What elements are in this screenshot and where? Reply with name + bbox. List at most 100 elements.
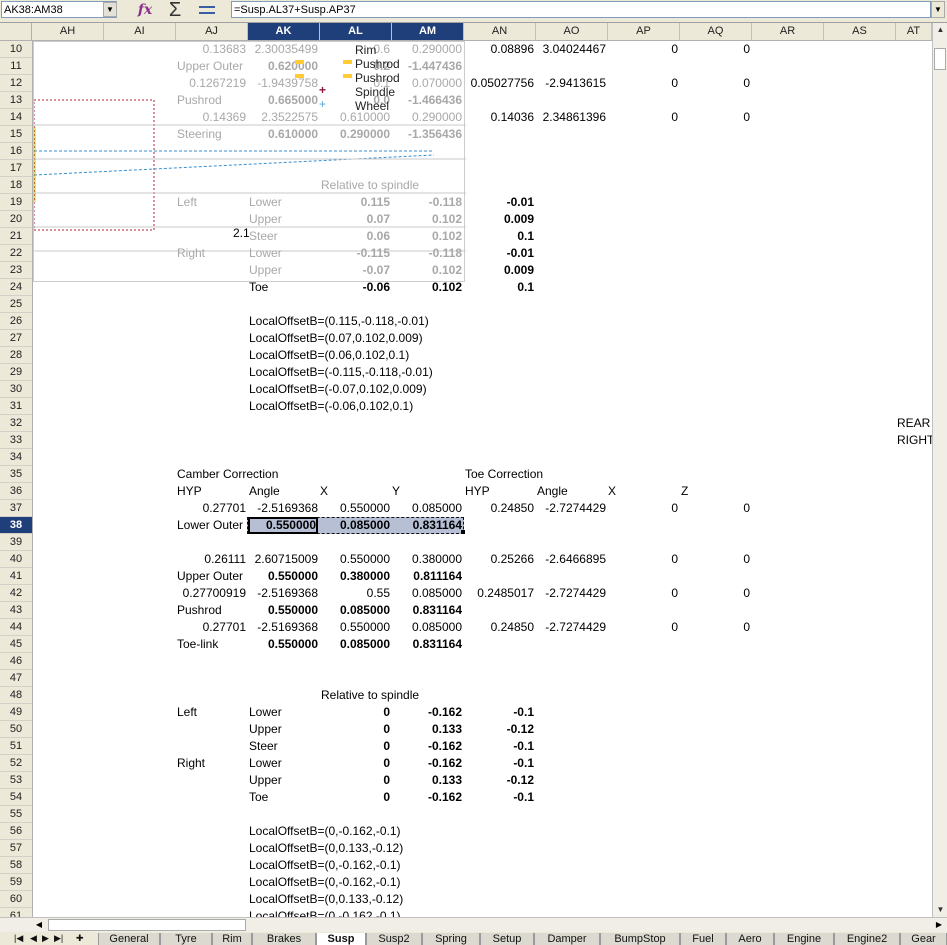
column-header-an[interactable]: AN [464, 23, 536, 40]
cell[interactable]: Toe Correction [465, 466, 543, 483]
cell[interactable]: 0.009 [464, 262, 534, 279]
column-header-aj[interactable]: AJ [176, 23, 248, 40]
cell[interactable]: 0 [608, 109, 678, 126]
row-header[interactable]: 19 [0, 194, 32, 211]
row-header[interactable]: 39 [0, 534, 32, 551]
cell[interactable]: LocalOffsetB=(0,-0.162,-0.1) [249, 823, 401, 840]
cell[interactable]: 0 [680, 109, 750, 126]
cell[interactable]: 0.102 [392, 279, 462, 296]
cell[interactable]: Toe [249, 789, 268, 806]
cell[interactable]: 0 [680, 619, 750, 636]
horizontal-scroll-thumb[interactable] [48, 919, 246, 931]
cell[interactable]: -0.12 [464, 721, 534, 738]
tab-fuel[interactable]: Fuel [680, 933, 726, 945]
column-header-am[interactable]: AM [392, 23, 464, 40]
cell[interactable]: 0.133 [392, 721, 462, 738]
cell[interactable]: -2.7274429 [536, 585, 606, 602]
tab-spring[interactable]: Spring [422, 933, 480, 945]
cell[interactable]: LocalOffsetB=(-0.115,-0.118,-0.01) [249, 364, 433, 381]
row-header[interactable]: 21 [0, 228, 32, 245]
tab-susp2[interactable]: Susp2 [366, 933, 422, 945]
row-header[interactable]: 60 [0, 891, 32, 908]
row-header[interactable]: 51 [0, 738, 32, 755]
row-header[interactable]: 48 [0, 687, 32, 704]
cell[interactable]: -0.162 [392, 755, 462, 772]
column-header-ak[interactable]: AK [248, 23, 320, 40]
cell[interactable]: -2.9413615 [536, 75, 606, 92]
row-header[interactable]: 45 [0, 636, 32, 653]
column-header-ar[interactable]: AR [752, 23, 824, 40]
cell[interactable]: -0.12 [464, 772, 534, 789]
row-header[interactable]: 46 [0, 653, 32, 670]
fill-handle[interactable] [461, 530, 465, 534]
cell[interactable]: 0.55 [320, 585, 390, 602]
row-header[interactable]: 12 [0, 75, 32, 92]
row-header[interactable]: 49 [0, 704, 32, 721]
cell[interactable]: 0.550000 [248, 636, 318, 653]
cell[interactable]: 0 [608, 551, 678, 568]
column-header-ai[interactable]: AI [104, 23, 176, 40]
cell[interactable]: 0.550000 [248, 568, 318, 585]
cell[interactable]: HYP [465, 483, 490, 500]
tab-damper[interactable]: Damper [534, 933, 600, 945]
cell[interactable]: 0.009 [464, 211, 534, 228]
cell[interactable]: Z [681, 483, 688, 500]
row-header[interactable]: 14 [0, 109, 32, 126]
sum-icon[interactable]: Σ [165, 0, 185, 20]
row-header[interactable]: 13 [0, 92, 32, 109]
cell[interactable]: -0.1 [464, 755, 534, 772]
cell[interactable]: 0.085000 [392, 500, 462, 517]
cell[interactable]: 0.085000 [392, 585, 462, 602]
column-header-ap[interactable]: AP [608, 23, 680, 40]
tab-engine2[interactable]: Engine2 [834, 933, 900, 945]
row-header[interactable]: 61 [0, 908, 32, 917]
cell[interactable]: 0 [680, 75, 750, 92]
cell[interactable]: Steer [249, 738, 278, 755]
row-header[interactable]: 35 [0, 466, 32, 483]
scroll-left-icon[interactable]: ◀ [32, 918, 46, 932]
cell[interactable]: Relative to spindle [321, 687, 419, 704]
cell[interactable]: Pushrod [177, 602, 222, 619]
row-header[interactable]: 52 [0, 755, 32, 772]
cell[interactable]: 0.085000 [320, 602, 390, 619]
cell[interactable]: 0 [320, 755, 390, 772]
cell[interactable]: -0.1 [464, 738, 534, 755]
vertical-scroll-thumb[interactable] [934, 48, 946, 70]
column-header-al[interactable]: AL [320, 23, 392, 40]
scroll-right-icon[interactable]: ▶ [932, 918, 946, 932]
tab-rim[interactable]: Rim [212, 933, 252, 945]
cell[interactable]: 0.24850 [464, 619, 534, 636]
cell[interactable]: -2.7274429 [536, 500, 606, 517]
row-header[interactable]: 37 [0, 500, 32, 517]
row-header[interactable]: 54 [0, 789, 32, 806]
row-header[interactable]: 50 [0, 721, 32, 738]
cell[interactable]: 0.27701 [176, 500, 246, 517]
cell[interactable]: 0.26111 [176, 551, 246, 568]
cell[interactable]: 0.811164 [392, 568, 462, 585]
cell[interactable]: 0 [608, 41, 678, 58]
tab-gear[interactable]: Gear [900, 933, 947, 945]
cell[interactable]: 0.08896 [464, 41, 534, 58]
tab-bumpstop[interactable]: BumpStop [600, 933, 680, 945]
cell[interactable]: Y [392, 483, 400, 500]
cell[interactable]: 0.24850 [464, 500, 534, 517]
column-header-ah[interactable]: AH [32, 23, 104, 40]
row-header[interactable]: 17 [0, 160, 32, 177]
row-header[interactable]: 42 [0, 585, 32, 602]
cell[interactable]: -0.162 [392, 738, 462, 755]
cell[interactable]: -0.1 [464, 704, 534, 721]
cell[interactable]: 0 [608, 500, 678, 517]
row-header[interactable]: 24 [0, 279, 32, 296]
row-header[interactable]: 43 [0, 602, 32, 619]
cell[interactable]: LocalOffsetB=(0.115,-0.118,-0.01) [249, 313, 429, 330]
cell[interactable]: 0.133 [392, 772, 462, 789]
tab-general[interactable]: General [98, 933, 160, 945]
cell[interactable]: -2.5169368 [248, 500, 318, 517]
row-header[interactable]: 40 [0, 551, 32, 568]
cell[interactable]: 0 [680, 585, 750, 602]
cell[interactable]: REAR [897, 415, 930, 432]
formula-expand-icon[interactable]: ▼ [931, 1, 945, 18]
cell[interactable]: 0 [320, 772, 390, 789]
row-header-selected[interactable]: 38 [0, 517, 32, 534]
scroll-up-icon[interactable]: ▲ [933, 23, 947, 37]
